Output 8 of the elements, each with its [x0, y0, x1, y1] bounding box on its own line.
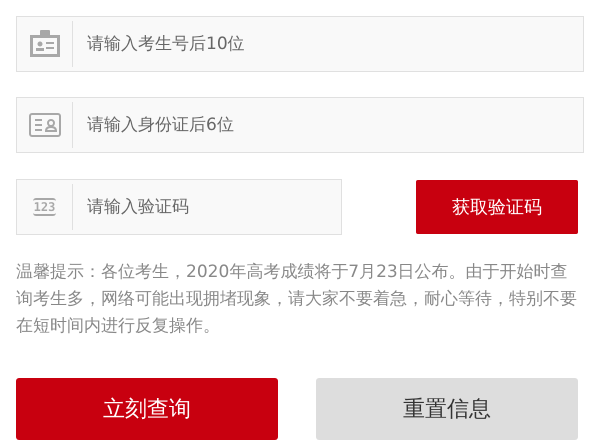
badge-icon [28, 30, 60, 58]
query-button[interactable]: 立刻查询 [16, 378, 278, 440]
input-field[interactable]: 请输入考生号后10位 [16, 16, 584, 72]
notice-text: 温馨提示：各位考生，2020年高考成绩将于7月23日公布。由于开始时查询考生多，网络可能出现拥堵现象，请大家不要着急，耐心等待，特别不要在短时间内进行反复操作。 [16, 261, 578, 338]
input-field[interactable]: 请输入身份证后6位 [16, 97, 584, 153]
get-code-button[interactable]: 获取验证码 [416, 180, 578, 234]
reset-button[interactable]: 重置信息 [316, 378, 578, 440]
id-card-icon [28, 113, 60, 137]
